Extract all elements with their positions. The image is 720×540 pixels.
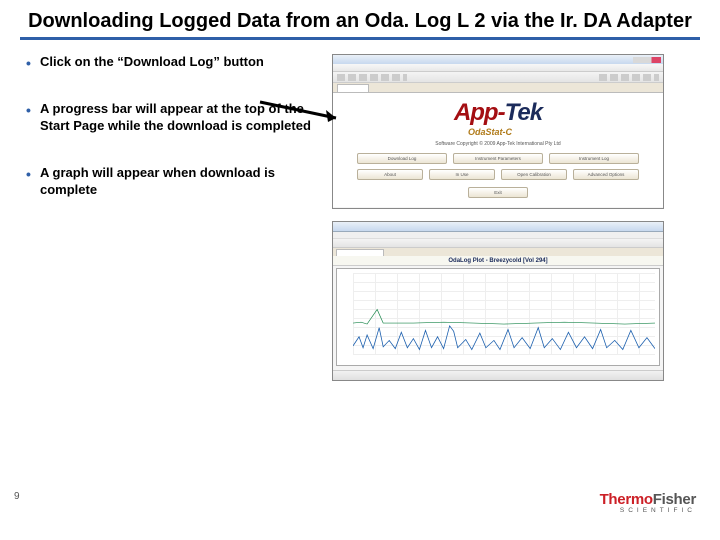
button-row-1: Download Log Instrument Parameters Instr…	[357, 153, 639, 164]
y-axis-ticks	[339, 273, 351, 361]
bullet-item: A graph will appear when download is com…	[24, 165, 324, 199]
copyright-tagline: Software Copyright © 2009 App-Tek Intern…	[435, 141, 560, 147]
graph-window-menubar	[333, 232, 663, 239]
download-log-button[interactable]: Download Log	[357, 153, 447, 164]
graph-title: OdaLog Plot - Breezycold [Vol 294]	[333, 256, 663, 266]
advanced-options-button[interactable]: Advanced Options	[573, 169, 639, 180]
odastat-sublogo: OdaStat-C	[468, 127, 512, 137]
logo-part-app: App	[454, 99, 498, 126]
window-menubar	[333, 64, 663, 72]
brand-sub: SCIENTIFIC	[600, 507, 696, 514]
instrument-parameters-button[interactable]: Instrument Parameters	[453, 153, 543, 164]
graph-window-toolbar	[333, 239, 663, 248]
start-page-body: App-Tek OdaStat-C Software Copyright © 2…	[333, 92, 663, 207]
in-use-button[interactable]: In Use	[429, 169, 495, 180]
content-row: Click on the “Download Log” button A pro…	[0, 40, 720, 381]
exit-button[interactable]: Exit	[468, 187, 528, 198]
apptek-logo: App-Tek	[454, 99, 542, 127]
instrument-log-button[interactable]: Instrument Log	[549, 153, 639, 164]
screenshot-start-page: App-Tek OdaStat-C Software Copyright © 2…	[332, 54, 664, 209]
button-row-3: Exit	[357, 187, 639, 198]
graph-status-bar	[333, 370, 663, 380]
brand-part-thermo: Thermo	[600, 491, 653, 508]
graph-plot-area	[336, 268, 660, 366]
screenshot-graph-window: OdaLog Plot - Breezycold [Vol 294]	[332, 221, 664, 381]
page-number: 9	[14, 491, 20, 502]
window-titlebar	[333, 55, 663, 64]
slide-title: Downloading Logged Data from an Oda. Log…	[0, 0, 720, 35]
pointer-arrow-icon	[258, 96, 348, 131]
graph-window-tabbar	[333, 248, 663, 256]
logo-part-tek: Tek	[505, 99, 542, 126]
x-axis-ticks	[353, 356, 655, 364]
graph-window-titlebar	[333, 222, 663, 232]
screenshot-column: App-Tek OdaStat-C Software Copyright © 2…	[324, 54, 664, 381]
logo-part-dash: -	[498, 99, 505, 126]
window-tabbar	[333, 83, 663, 92]
window-toolbar	[333, 72, 663, 83]
about-button[interactable]: About	[357, 169, 423, 180]
bullet-item: Click on the “Download Log” button	[24, 54, 324, 71]
brand-part-fisher: Fisher	[653, 491, 696, 508]
thermofisher-logo: ThermoFisher SCIENTIFIC	[600, 491, 696, 514]
button-row-2: About In Use Open Calibration Advanced O…	[357, 169, 639, 180]
graph-line-icon	[353, 273, 655, 355]
open-calibration-button[interactable]: Open Calibration	[501, 169, 567, 180]
